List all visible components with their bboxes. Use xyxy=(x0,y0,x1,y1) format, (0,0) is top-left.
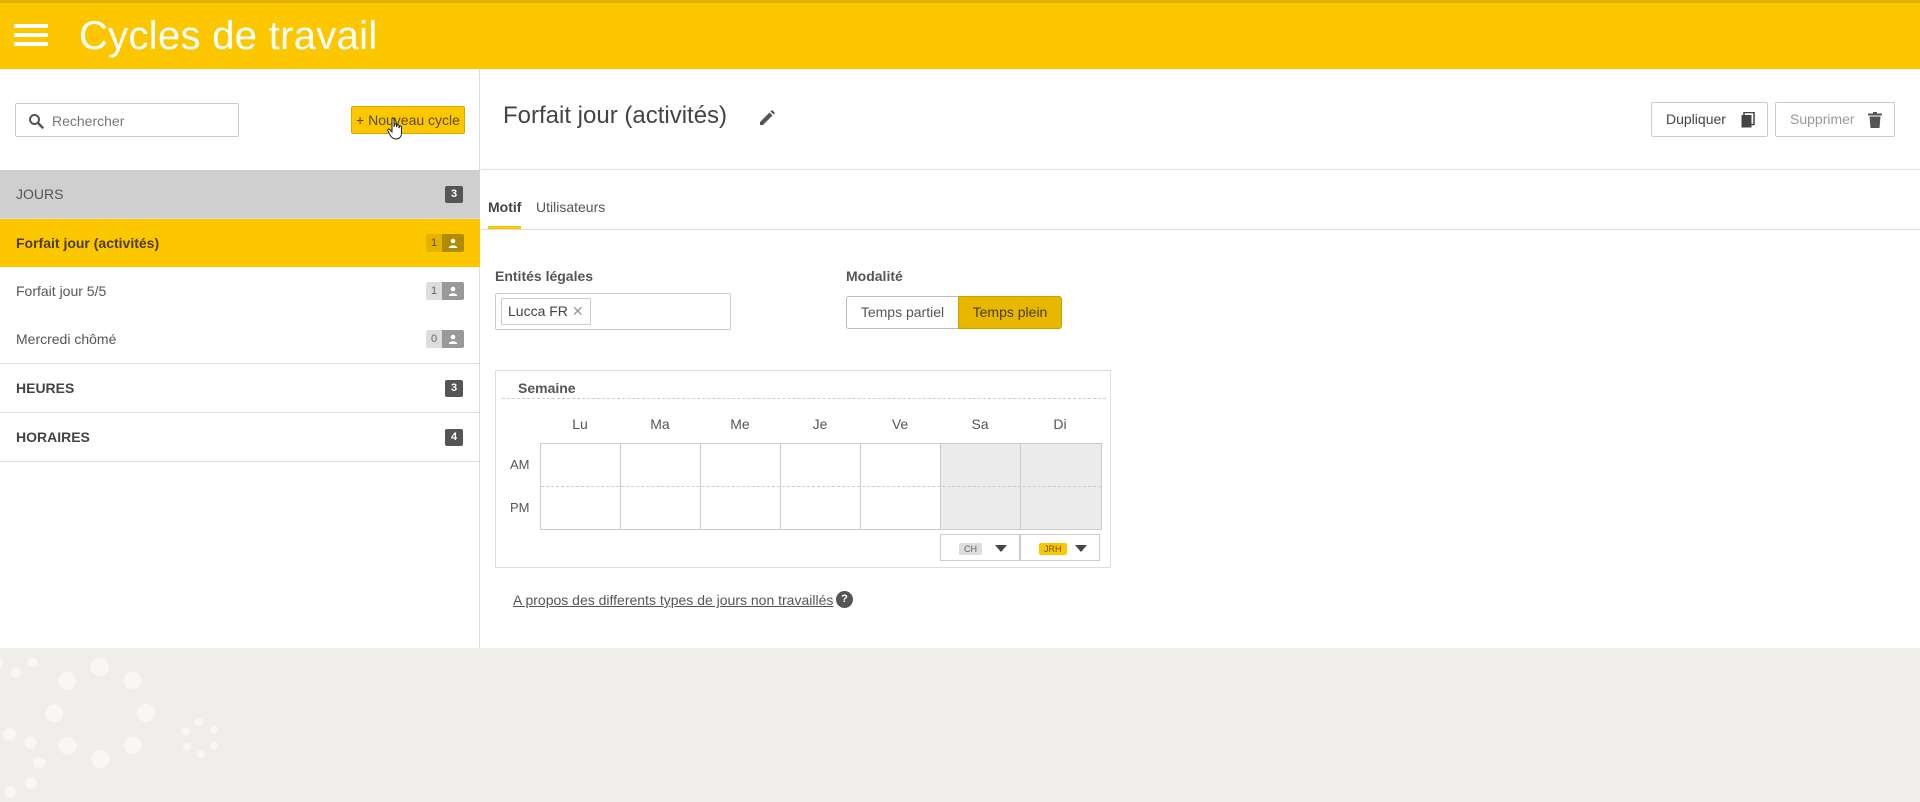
duplicate-label: Dupliquer xyxy=(1666,111,1726,127)
menu-icon[interactable] xyxy=(14,24,48,50)
search-icon xyxy=(29,114,44,129)
user-icon xyxy=(442,330,464,348)
user-count: 1 xyxy=(426,234,442,252)
user-count: 1 xyxy=(426,282,442,300)
cycle-item-mercredi-chome[interactable]: Mercredi chômé 0 xyxy=(0,315,480,364)
group-label: HEURES xyxy=(16,380,75,396)
entities-label: Entités légales xyxy=(495,268,594,284)
cycle-item-forfait-jour-activites[interactable]: Forfait jour (activités) 1 xyxy=(0,219,480,267)
header-divider xyxy=(481,169,1920,170)
gear-icon xyxy=(180,718,220,758)
new-cycle-button[interactable]: + Nouveau cycle xyxy=(351,106,465,134)
user-count-badge: 0 xyxy=(426,330,464,348)
cycle-item-forfait-jour-5-5[interactable]: Forfait jour 5/5 1 xyxy=(0,267,480,315)
day-header: Di xyxy=(1053,416,1067,432)
app-title: Cycles de travail xyxy=(79,14,378,58)
top-bar: Cycles de travail xyxy=(0,0,1920,69)
cycle-item-label: Forfait jour (activités) xyxy=(16,235,160,251)
group-horaires[interactable]: HORAIRES 4 xyxy=(0,413,480,462)
search-box[interactable] xyxy=(15,103,239,137)
pencil-icon[interactable] xyxy=(758,109,776,127)
entity-tag-label: Lucca FR xyxy=(508,303,568,319)
group-count: 4 xyxy=(445,429,463,446)
non-working-days-info-link[interactable]: A propos des differents types de jours n… xyxy=(513,592,833,608)
gear-icon xyxy=(0,648,40,678)
sunday-type-dropdown[interactable]: JRH xyxy=(1020,534,1100,561)
chevron-down-icon xyxy=(1075,545,1087,552)
day-header: Sa xyxy=(971,416,989,432)
week-title: Semaine xyxy=(518,380,576,396)
day-header: Ma xyxy=(650,416,670,432)
sunday-type-chip: JRH xyxy=(1039,543,1067,555)
gear-icon xyxy=(0,728,45,798)
hand-cursor-icon xyxy=(387,117,402,140)
main-content: + Nouveau cycle JOURS 3 Forfait jour (ac… xyxy=(0,69,1920,648)
day-header: Me xyxy=(730,416,750,432)
delete-label: Supprimer xyxy=(1790,111,1855,127)
group-label: HORAIRES xyxy=(16,429,90,445)
cycle-title: Forfait jour (activités) xyxy=(503,102,728,129)
background-gears xyxy=(0,648,1920,802)
cycles-sidebar: + Nouveau cycle JOURS 3 Forfait jour (ac… xyxy=(0,69,480,648)
modality-part-time[interactable]: Temps partiel xyxy=(846,296,959,329)
delete-button[interactable]: Supprimer xyxy=(1775,102,1895,137)
duplicate-button[interactable]: Dupliquer xyxy=(1651,102,1768,137)
tab-motif[interactable]: Motif xyxy=(488,199,522,229)
copy-icon xyxy=(1741,112,1755,128)
user-icon xyxy=(442,282,464,300)
group-jours[interactable]: JOURS 3 xyxy=(0,170,480,219)
user-count-badge: 1 xyxy=(426,282,464,300)
cycle-item-label: Forfait jour 5/5 xyxy=(16,283,107,299)
saturday-type-chip: CH xyxy=(959,543,982,555)
week-grid xyxy=(540,443,1102,530)
user-icon xyxy=(442,234,464,252)
gear-icon xyxy=(45,658,155,768)
row-label-am: AM xyxy=(510,457,530,472)
group-count: 3 xyxy=(445,186,463,203)
day-header: Je xyxy=(812,416,828,432)
help-icon[interactable]: ? xyxy=(836,591,853,608)
search-input[interactable] xyxy=(52,110,232,132)
group-label: JOURS xyxy=(16,186,64,202)
week-divider xyxy=(502,398,1106,399)
chevron-down-icon xyxy=(995,545,1007,552)
entity-tag: Lucca FR ✕ xyxy=(501,298,591,325)
modality-full-time[interactable]: Temps plein xyxy=(958,296,1062,329)
trash-icon xyxy=(1868,112,1882,128)
user-count: 0 xyxy=(426,330,442,348)
group-heures[interactable]: HEURES 3 xyxy=(0,364,480,413)
remove-tag-icon[interactable]: ✕ xyxy=(572,303,584,319)
cycle-item-label: Mercredi chômé xyxy=(16,331,117,347)
tabs-divider xyxy=(481,229,1920,230)
group-count: 3 xyxy=(445,380,463,397)
entities-field[interactable]: Lucca FR ✕ xyxy=(495,293,731,330)
tab-utilisateurs[interactable]: Utilisateurs xyxy=(536,199,605,229)
day-header: Lu xyxy=(572,416,588,432)
user-count-badge: 1 xyxy=(426,234,464,252)
modality-label: Modalité xyxy=(846,268,903,284)
half-day-divider xyxy=(541,486,1101,487)
row-label-pm: PM xyxy=(510,500,530,515)
week-pattern: Semaine Lu Ma Me Je Ve Sa Di AM PM CH JR… xyxy=(495,370,1111,568)
saturday-type-dropdown[interactable]: CH xyxy=(940,534,1020,561)
day-header: Ve xyxy=(891,416,909,432)
